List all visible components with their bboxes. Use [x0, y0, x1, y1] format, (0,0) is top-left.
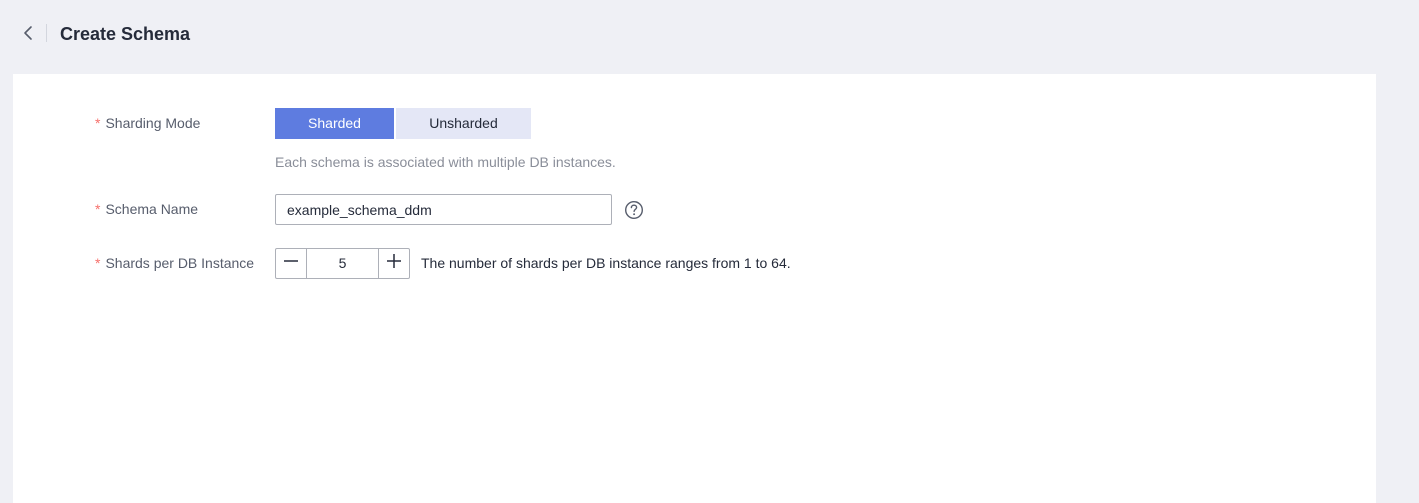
shards-per-instance-label: * Shards per DB Instance	[95, 253, 254, 273]
schema-name-label: * Schema Name	[95, 199, 198, 219]
sharded-option[interactable]: Sharded	[275, 108, 394, 139]
back-button[interactable]	[18, 22, 38, 44]
form-card: * Sharding Mode Sharded Unsharded Each sc…	[13, 74, 1376, 503]
chevron-left-icon	[18, 22, 38, 44]
header-divider	[46, 24, 47, 42]
shards-range-hint: The number of shards per DB instance ran…	[421, 255, 791, 271]
required-mark: *	[95, 255, 101, 271]
page-header: Create Schema	[0, 0, 1419, 70]
sharding-mode-label: * Sharding Mode	[95, 113, 200, 133]
page-title: Create Schema	[60, 24, 191, 44]
schema-name-label-text: Schema Name	[105, 201, 199, 217]
shards-stepper: 5	[275, 248, 410, 279]
question-circle-icon[interactable]	[624, 200, 644, 220]
required-mark: *	[95, 115, 101, 131]
schema-name-input[interactable]	[275, 194, 612, 225]
sharding-mode-hint: Each schema is associated with multiple …	[275, 154, 616, 170]
shards-per-instance-label-text: Shards per DB Instance	[105, 255, 255, 271]
unsharded-option[interactable]: Unsharded	[396, 108, 531, 139]
increment-button[interactable]	[378, 249, 409, 278]
create-schema-page: Create Schema * Sharding Mode Sharded Uns…	[0, 0, 1419, 503]
plus-icon	[386, 253, 402, 274]
shards-value[interactable]: 5	[307, 249, 378, 278]
decrement-button[interactable]	[276, 249, 307, 278]
sharding-mode-toggle: Sharded Unsharded	[275, 108, 531, 139]
minus-icon	[283, 253, 299, 274]
sharding-mode-label-text: Sharding Mode	[105, 115, 201, 131]
required-mark: *	[95, 201, 101, 217]
